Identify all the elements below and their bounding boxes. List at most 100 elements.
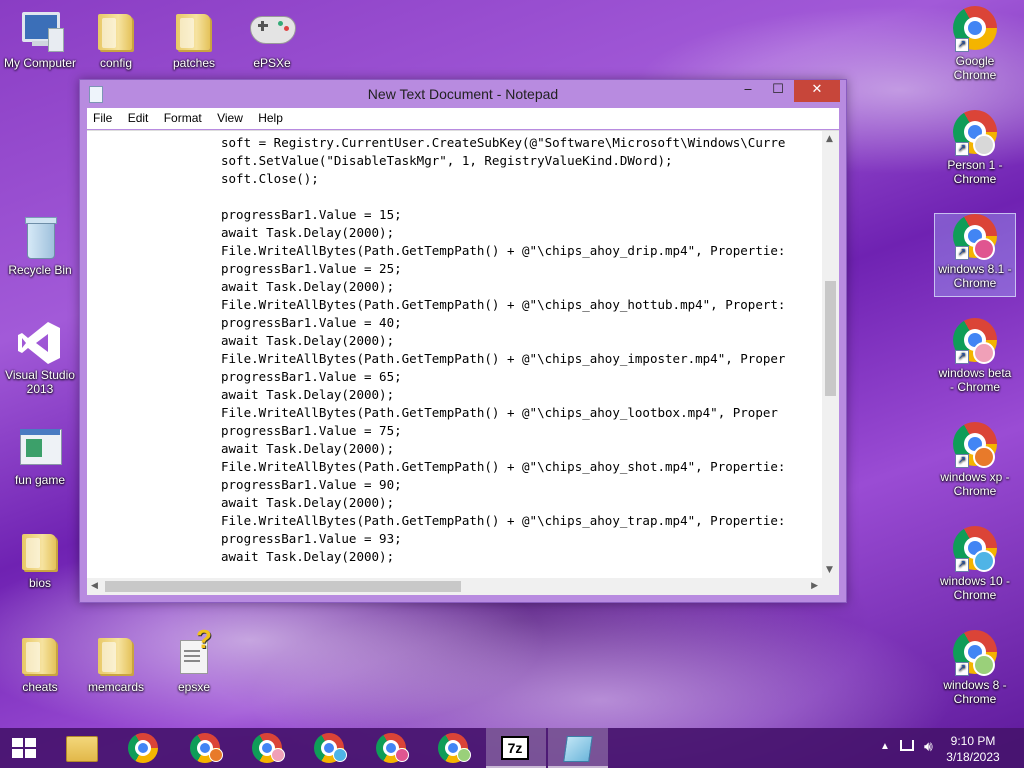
scroll-right-arrow-icon[interactable]: ▶ xyxy=(811,581,818,591)
minimize-button[interactable]: ‒ xyxy=(734,80,762,102)
desktop-icon-chrome-windows-xp[interactable]: ↗ windows xp - Chrome xyxy=(935,422,1015,498)
shortcut-arrow-icon: ↗ xyxy=(955,454,969,468)
taskbar-chrome-profile-1[interactable] xyxy=(176,728,234,768)
folder-icon xyxy=(16,632,64,678)
desktop-icon-chrome-windows-10[interactable]: ↗ windows 10 - Chrome xyxy=(935,526,1015,602)
desktop-icon-label: memcards xyxy=(87,680,144,694)
desktop-icon-epsxe-app[interactable]: ePSXe xyxy=(232,8,312,70)
horizontal-scrollbar[interactable]: ◀ ▶ xyxy=(87,578,822,595)
desktop-icon-label: windows 8.1 - Chrome xyxy=(938,262,1012,290)
taskbar-chrome[interactable] xyxy=(114,728,172,768)
taskbar-chrome-profile-4[interactable] xyxy=(362,728,420,768)
desktop-icon-label: ePSXe xyxy=(253,56,291,70)
desktop-icon-fun-game[interactable]: fun game xyxy=(0,425,80,487)
desktop-icon-config[interactable]: config xyxy=(76,8,156,70)
text-line: await Task.Delay(2000); xyxy=(221,387,395,402)
profile-avatar-icon xyxy=(973,446,995,468)
volume-icon[interactable]: 🔊︎ xyxy=(924,738,933,755)
recycle-bin-icon xyxy=(16,215,64,261)
text-line: File.WriteAllBytes(Path.GetTempPath() + … xyxy=(221,513,786,528)
profile-avatar-icon xyxy=(333,748,347,762)
desktop-icon-label: config xyxy=(99,56,133,70)
menu-view[interactable]: View xyxy=(211,108,249,125)
clock[interactable]: 9:10 PM 3/18/2023 xyxy=(938,733,1008,765)
close-button[interactable]: ✕ xyxy=(794,80,840,102)
menu-edit[interactable]: Edit xyxy=(122,108,155,125)
file-explorer-icon xyxy=(66,736,98,762)
shortcut-arrow-icon: ↗ xyxy=(955,662,969,676)
network-icon[interactable] xyxy=(900,740,914,751)
taskbar-chrome-profile-2[interactable] xyxy=(238,728,296,768)
desktop-icon-recycle-bin[interactable]: Recycle Bin xyxy=(0,215,80,277)
desktop-icon-label: Visual Studio 2013 xyxy=(5,368,75,396)
taskbar-chrome-profile-3[interactable] xyxy=(300,728,358,768)
visual-studio-icon xyxy=(16,320,64,366)
profile-avatar-icon xyxy=(395,748,409,762)
desktop-icon-memcards[interactable]: memcards xyxy=(76,632,156,694)
vertical-scrollbar[interactable]: ▲ ▼ xyxy=(822,131,839,578)
menu-bar: File Edit Format View Help xyxy=(87,108,839,129)
windows-logo-icon xyxy=(12,738,36,758)
taskbar: 7z ▲ 🔊︎ 9:10 PM 3/18/2023 xyxy=(0,728,1024,768)
desktop-icon-chrome-person-1[interactable]: ↗ Person 1 - Chrome xyxy=(935,110,1015,186)
desktop-icon-chrome-windows-8[interactable]: ↗ windows 8 - Chrome xyxy=(935,630,1015,706)
desktop-icon-bios[interactable]: bios xyxy=(0,528,80,590)
text-line: await Task.Delay(2000); xyxy=(221,225,395,240)
desktop-icon-google-chrome[interactable]: ↗ Google Chrome xyxy=(935,6,1015,82)
desktop-icon-label: Google Chrome xyxy=(953,54,997,82)
scroll-left-arrow-icon[interactable]: ◀ xyxy=(91,581,98,591)
notepad-window[interactable]: New Text Document - Notepad ‒ ☐ ✕ File E… xyxy=(79,79,847,603)
vertical-scroll-thumb[interactable] xyxy=(825,281,836,396)
menu-format[interactable]: Format xyxy=(158,108,208,125)
taskbar-chrome-profile-5[interactable] xyxy=(424,728,482,768)
title-bar[interactable]: New Text Document - Notepad ‒ ☐ ✕ xyxy=(80,80,846,108)
text-line: await Task.Delay(2000); xyxy=(221,441,395,456)
text-line: progressBar1.Value = 15; xyxy=(221,207,402,222)
text-line: File.WriteAllBytes(Path.GetTempPath() + … xyxy=(221,297,786,312)
desktop-icon-label: epsxe xyxy=(177,680,211,694)
text-line: soft.Close(); xyxy=(221,171,319,186)
desktop-icon-label: bios xyxy=(28,576,51,590)
desktop-icon-patches[interactable]: patches xyxy=(154,8,234,70)
text-line: await Task.Delay(2000); xyxy=(221,495,395,510)
folder-icon xyxy=(92,632,140,678)
desktop-icon-label: Recycle Bin xyxy=(8,263,72,277)
scroll-down-arrow-icon[interactable]: ▼ xyxy=(826,565,833,575)
desktop-icon-label: windows beta - Chrome xyxy=(938,366,1012,394)
computer-icon xyxy=(16,8,64,54)
maximize-button[interactable]: ☐ xyxy=(764,80,792,102)
folder-icon xyxy=(16,528,64,574)
profile-avatar-icon xyxy=(457,748,471,762)
text-content[interactable]: soft = Registry.CurrentUser.CreateSubKey… xyxy=(87,131,822,578)
desktop-icon-chrome-windows-beta[interactable]: ↗ windows beta - Chrome xyxy=(935,318,1015,394)
desktop-icon-epsxe-file[interactable]: ? epsxe xyxy=(154,626,234,694)
scrollbar-corner xyxy=(822,578,839,595)
desktop-icon-label: windows 10 - Chrome xyxy=(939,574,1011,602)
text-line: soft = Registry.CurrentUser.CreateSubKey… xyxy=(221,135,786,150)
horizontal-scroll-thumb[interactable] xyxy=(105,581,461,592)
shortcut-arrow-icon: ↗ xyxy=(955,350,969,364)
text-line: progressBar1.Value = 65; xyxy=(221,369,402,384)
taskbar-7zip[interactable]: 7z xyxy=(486,728,546,768)
desktop-icon-visual-studio[interactable]: Visual Studio 2013 xyxy=(0,320,80,396)
desktop-icon-chrome-windows-8-1[interactable]: ↗ windows 8.1 - Chrome xyxy=(934,213,1016,297)
text-line: await Task.Delay(2000); xyxy=(221,333,395,348)
text-line: File.WriteAllBytes(Path.GetTempPath() + … xyxy=(221,243,786,258)
menu-help[interactable]: Help xyxy=(252,108,289,125)
profile-avatar-icon xyxy=(973,238,995,260)
text-editor-area[interactable]: soft = Registry.CurrentUser.CreateSubKey… xyxy=(87,130,839,595)
taskbar-file-explorer[interactable] xyxy=(52,728,110,768)
show-hidden-icons-arrow-icon[interactable]: ▲ xyxy=(880,741,890,752)
scroll-up-arrow-icon[interactable]: ▲ xyxy=(826,134,833,144)
window-title: New Text Document - Notepad xyxy=(367,86,559,102)
desktop-icon-cheats[interactable]: cheats xyxy=(0,632,80,694)
shortcut-arrow-icon: ↗ xyxy=(955,246,969,260)
desktop-icon-my-computer[interactable]: My Computer xyxy=(0,8,80,70)
text-line xyxy=(221,188,822,206)
menu-file[interactable]: File xyxy=(87,108,118,125)
desktop-icon-label: My Computer xyxy=(3,56,77,70)
taskbar-notepad[interactable] xyxy=(548,728,608,768)
start-button[interactable] xyxy=(0,728,48,768)
text-line: progressBar1.Value = 75; xyxy=(221,423,402,438)
shortcut-arrow-icon: ↗ xyxy=(955,38,969,52)
